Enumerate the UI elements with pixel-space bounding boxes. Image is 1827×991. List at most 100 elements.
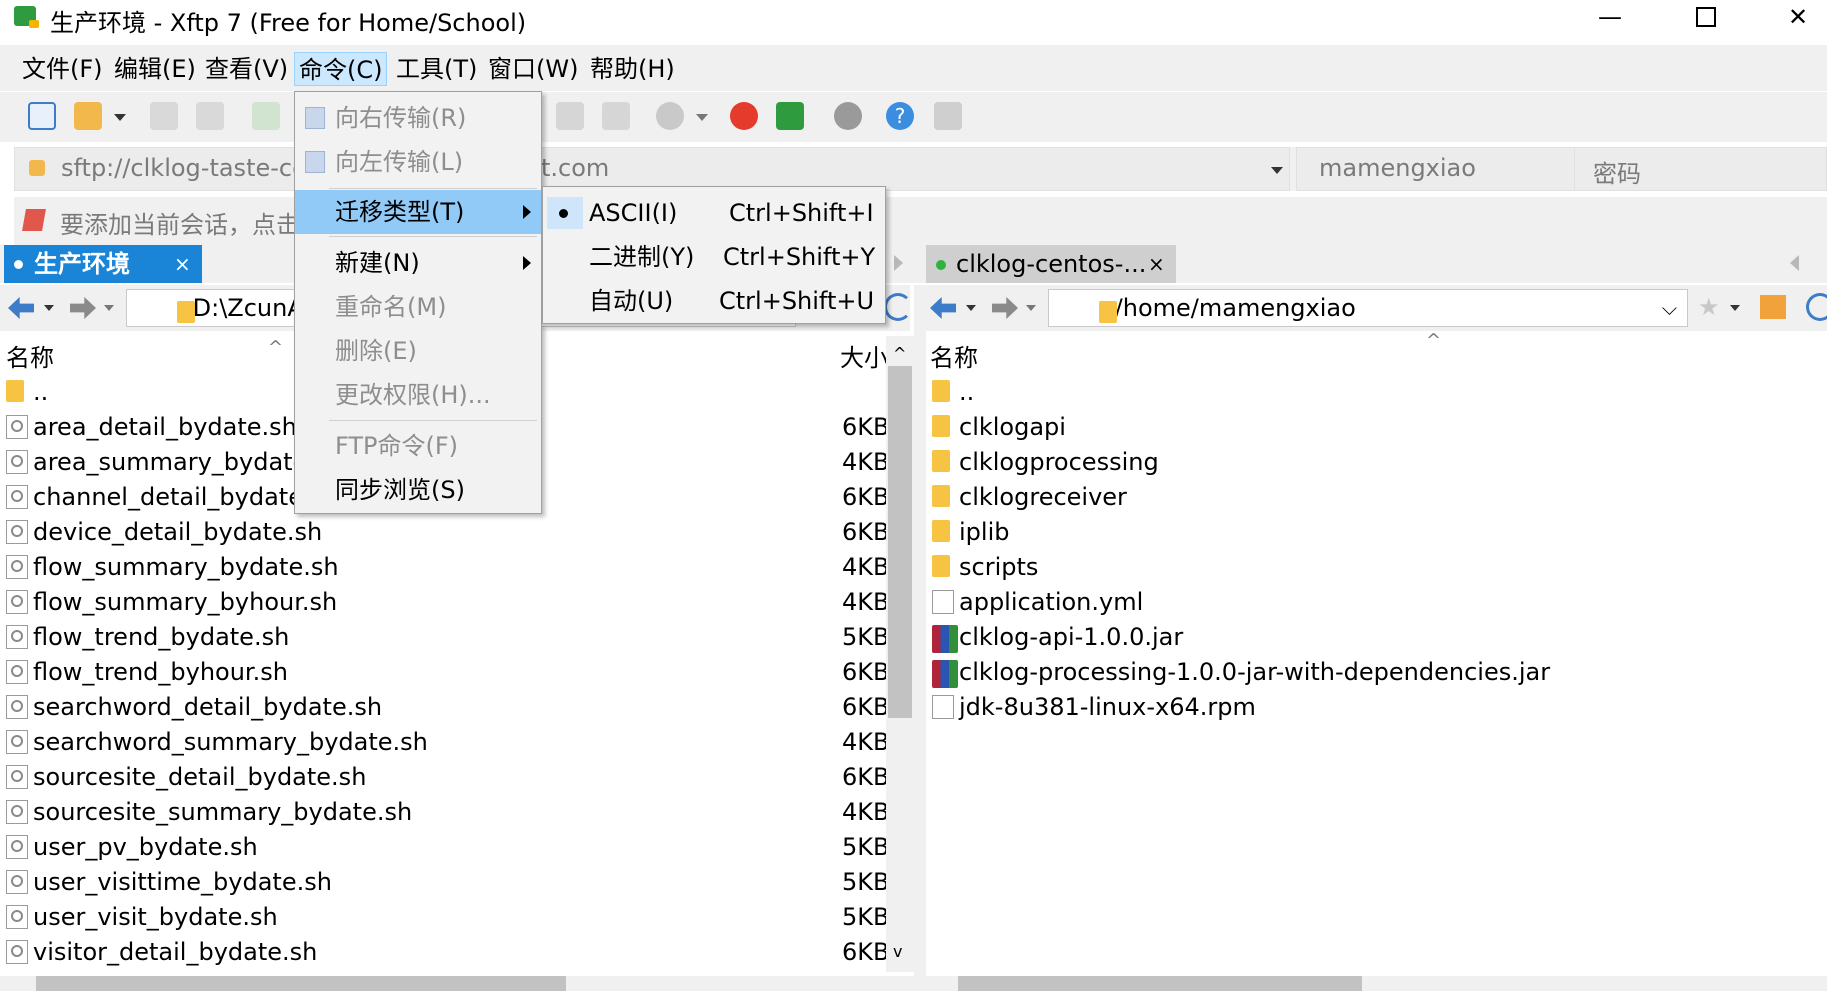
menu-item-sync-browse[interactable]: 同步浏览(S) [295, 468, 541, 512]
menu-window[interactable]: 窗口(W) [484, 52, 582, 86]
list-item[interactable]: visitor_detail_bydate.sh 6KB [0, 937, 889, 967]
list-item[interactable]: device_detail_bydate.sh 6KB [0, 517, 889, 547]
refresh-icon[interactable] [1806, 293, 1827, 321]
menu-item-ftp-command[interactable]: FTP命令(F) [295, 424, 541, 468]
bookmark-icon[interactable] [22, 209, 46, 231]
right-path-input[interactable]: /home/mamengxiao ⌵ [1048, 289, 1688, 327]
list-item[interactable]: clklog-processing-1.0.0-jar-with-depende… [926, 657, 1827, 688]
scroll-thumb[interactable] [36, 976, 566, 991]
tab-close-icon[interactable]: × [174, 245, 191, 283]
chevron-down-icon[interactable] [104, 305, 114, 311]
scroll-tabs-left-icon[interactable] [1790, 255, 1799, 271]
chevron-down-icon[interactable] [114, 114, 126, 121]
list-item[interactable]: searchword_detail_bydate.sh 6KB [0, 692, 889, 722]
forward-icon[interactable] [70, 297, 96, 319]
chat-icon[interactable] [934, 102, 962, 130]
open-folder-icon[interactable] [74, 102, 102, 130]
new-session-icon[interactable] [28, 102, 56, 130]
minimize-button[interactable]: — [1580, 0, 1640, 33]
list-item[interactable]: clklogapi [926, 412, 1827, 442]
list-item[interactable]: jdk-8u381-linux-x64.rpm [926, 692, 1827, 722]
close-window-button[interactable]: ✕ [1768, 0, 1827, 33]
home-icon[interactable] [1760, 295, 1786, 319]
scroll-tabs-right-icon[interactable] [894, 255, 903, 271]
left-horizontal-scrollbar[interactable] [0, 976, 914, 991]
password-field[interactable]: 密码 [1574, 147, 1827, 191]
pane-splitter[interactable] [914, 285, 926, 991]
scroll-down-icon[interactable]: v [893, 942, 902, 961]
session-settings-icon[interactable] [252, 102, 280, 130]
list-item[interactable]: clklog-api-1.0.0.jar [926, 622, 1827, 653]
gear-icon[interactable] [834, 102, 862, 130]
chevron-down-icon[interactable] [696, 114, 708, 121]
right-horizontal-scrollbar[interactable] [926, 976, 1827, 991]
connect-icon[interactable] [150, 102, 178, 130]
list-item[interactable]: user_pv_bydate.sh 5KB [0, 832, 889, 862]
username-field[interactable]: mamengxiao [1296, 147, 1584, 191]
back-icon[interactable] [8, 297, 34, 319]
list-item[interactable]: user_visittime_bydate.sh 5KB [0, 867, 889, 897]
list-item[interactable]: clklogreceiver [926, 482, 1827, 512]
list-item[interactable]: flow_summary_byhour.sh 4KB [0, 587, 889, 617]
list-item[interactable]: clklogprocessing [926, 447, 1827, 477]
item-size: 5KB [842, 833, 890, 861]
tab-local[interactable]: 生产环境 × [4, 245, 202, 283]
menu-edit[interactable]: 编辑(E) [110, 52, 200, 86]
menu-item-delete[interactable]: 删除(E) [295, 329, 541, 373]
menu-item-new[interactable]: 新建(N) [295, 241, 541, 285]
submenu-item-auto[interactable]: 自动(U) Ctrl+Shift+U [543, 279, 885, 323]
tab-close-icon[interactable]: × [1148, 245, 1165, 283]
menu-help[interactable]: 帮助(H) [586, 52, 679, 86]
url-field[interactable]: sftp://clklog-taste-ce t.com [14, 147, 1290, 191]
submenu-item-binary[interactable]: 二进制(Y) Ctrl+Shift+Y [543, 235, 885, 279]
transfer-left-icon [305, 151, 325, 173]
chevron-down-icon[interactable]: ⌵ [1662, 290, 1677, 326]
menu-item-permissions[interactable]: 更改权限(H)... [295, 373, 541, 417]
maximize-button[interactable] [1676, 0, 1736, 33]
tab-remote[interactable]: clklog-centos-... × [926, 245, 1176, 283]
list-item[interactable]: scripts [926, 552, 1827, 582]
list-item[interactable]: iplib [926, 517, 1827, 547]
menu-tools[interactable]: 工具(T) [392, 52, 481, 86]
menu-item-transfer-left[interactable]: 向左传输(L) [295, 140, 541, 184]
submenu-item-ascii[interactable]: ASCII(I) Ctrl+Shift+I [543, 191, 885, 235]
menu-view[interactable]: 查看(V) [201, 52, 292, 86]
refresh-icon[interactable] [884, 293, 912, 321]
menu-item-transfer-type[interactable]: 迁移类型(T) [295, 190, 541, 234]
list-item[interactable]: .. [926, 377, 1827, 407]
list-item[interactable]: flow_summary_bydate.sh 4KB [0, 552, 889, 582]
copy-icon[interactable] [556, 102, 584, 130]
chevron-down-icon[interactable] [1026, 305, 1036, 311]
chevron-down-icon[interactable] [966, 305, 976, 311]
transfer-status-icon[interactable] [656, 102, 684, 130]
chevron-down-icon[interactable] [44, 305, 54, 311]
list-item[interactable]: searchword_summary_bydate.sh 4KB [0, 727, 889, 757]
chevron-down-icon[interactable] [1271, 167, 1283, 174]
list-item[interactable]: flow_trend_bydate.sh 5KB [0, 622, 889, 652]
scroll-thumb[interactable] [958, 976, 1362, 991]
back-icon[interactable] [930, 297, 956, 319]
left-vertical-scrollbar[interactable]: ^ v [886, 336, 914, 972]
list-item[interactable]: sourcesite_detail_bydate.sh 6KB [0, 762, 889, 792]
menu-file[interactable]: 文件(F) [18, 52, 107, 86]
list-item[interactable]: application.yml [926, 587, 1827, 617]
left-col-size-header[interactable]: 大小 [840, 338, 888, 373]
scroll-up-icon[interactable]: ^ [893, 344, 906, 363]
list-item[interactable]: flow_trend_byhour.sh 6KB [0, 657, 889, 687]
disconnect-icon[interactable] [196, 102, 224, 130]
xftp-icon[interactable] [776, 102, 804, 130]
help-icon[interactable]: ? [886, 102, 914, 130]
menu-item-transfer-right[interactable]: 向右传输(R) [295, 96, 541, 140]
paste-icon[interactable] [602, 102, 630, 130]
list-item[interactable]: user_visit_bydate.sh 5KB [0, 902, 889, 932]
menu-item-rename[interactable]: 重命名(M) [295, 285, 541, 329]
xshell-icon[interactable] [730, 102, 758, 130]
chevron-down-icon[interactable] [1730, 305, 1740, 311]
right-col-name-header[interactable]: 名称 [930, 338, 978, 373]
left-col-name-header[interactable]: 名称 [6, 338, 54, 373]
list-item[interactable]: sourcesite_summary_bydate.sh 4KB [0, 797, 889, 827]
scroll-thumb[interactable] [888, 366, 912, 718]
star-icon[interactable]: ★ [1698, 293, 1720, 321]
menu-command[interactable]: 命令(C) [294, 52, 388, 86]
forward-icon[interactable] [992, 297, 1018, 319]
